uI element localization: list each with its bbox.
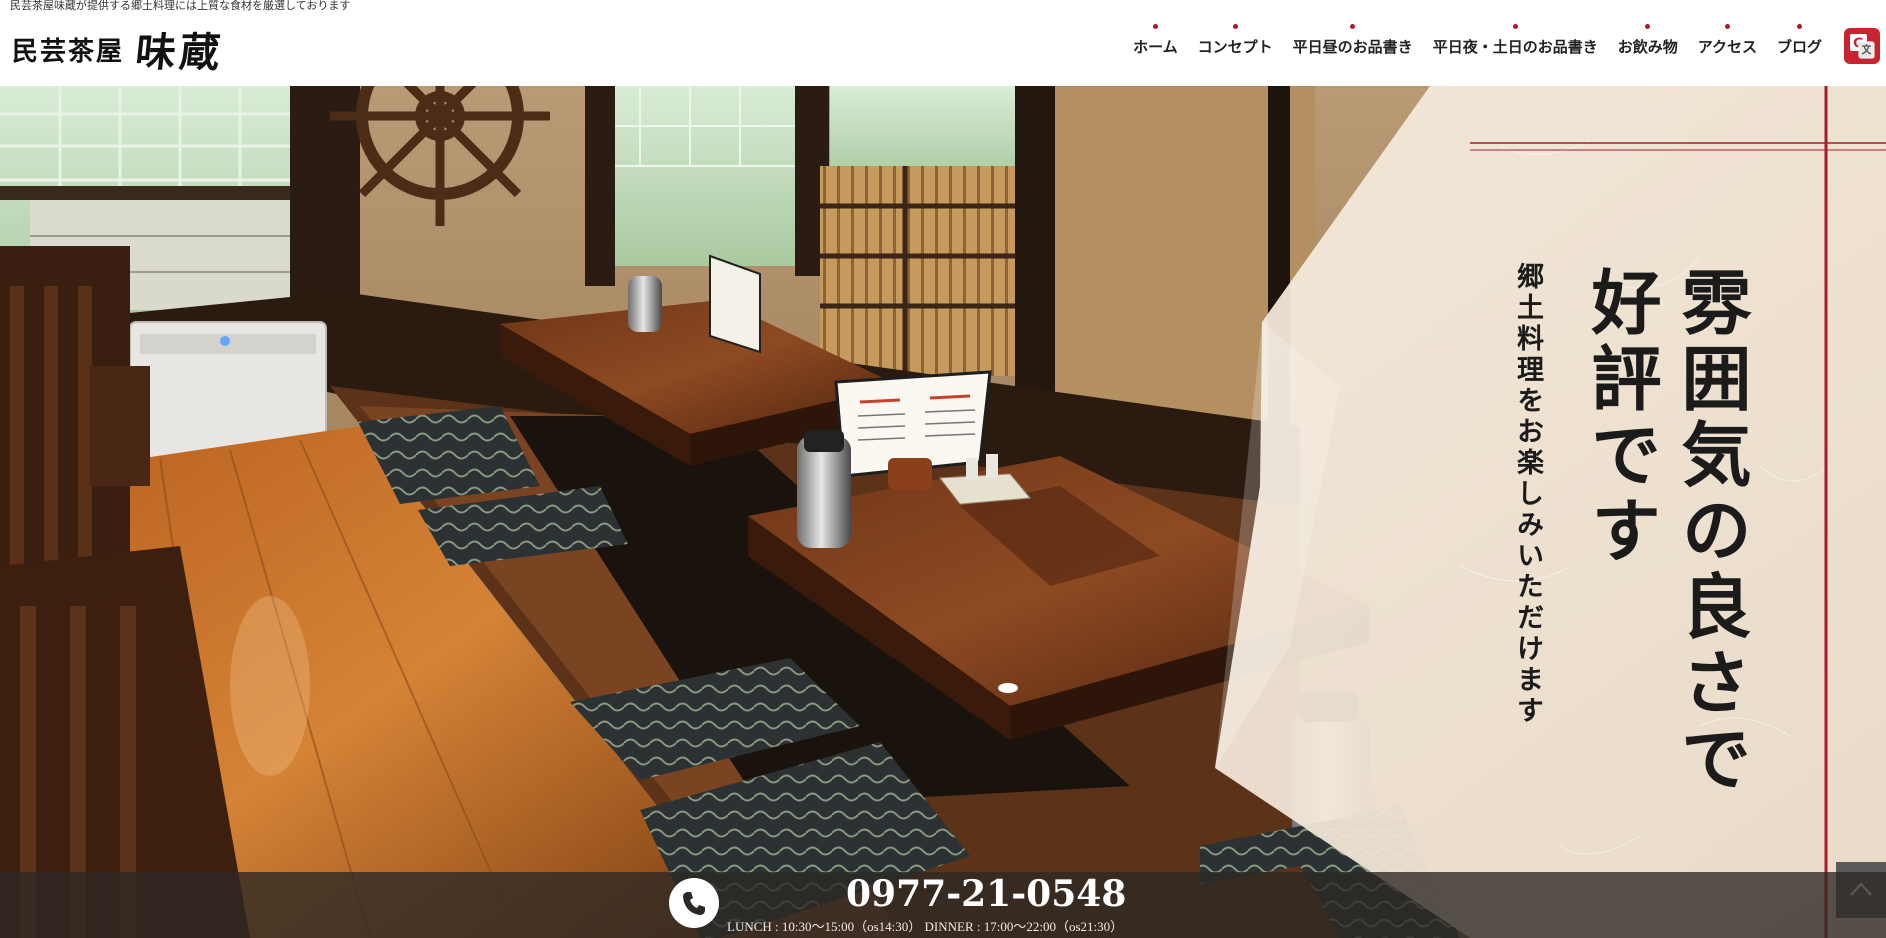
nav-item-concept[interactable]: コンセプト <box>1198 22 1273 57</box>
hero-title-line-2: 好評です <box>1580 266 1663 570</box>
hero-subtitle: 郷土料理をお楽しみいただけます <box>1512 262 1543 727</box>
logo-text-big: 味蔵 <box>133 29 227 76</box>
nav-item-label: 平日昼のお品書き <box>1292 38 1413 56</box>
main-nav: ホーム コンセプト 平日昼のお品書き 平日夜・土日のお品書き お飲み物 アクセス… <box>1133 22 1822 57</box>
nav-dot <box>1512 24 1518 29</box>
nav-dot <box>1796 24 1802 29</box>
phone-button[interactable] <box>669 878 719 928</box>
translate-button[interactable]: G <box>1844 28 1880 64</box>
contact-bar: 0977-21-0548 LUNCH : 10:30〜15:00（os14:30… <box>0 872 1886 938</box>
nav-dot <box>1724 24 1730 29</box>
business-hours: LUNCH : 10:30〜15:00（os14:30） DINNER : 17… <box>727 919 1124 934</box>
site-header: 民芸茶屋味蔵が提供する郷土料理には上質な食材を厳選しております 民芸茶屋 味蔵 … <box>0 0 1886 86</box>
google-translate-icon: G <box>1850 34 1875 59</box>
nav-item-dinner-weekend-menu[interactable]: 平日夜・土日のお品書き <box>1433 22 1598 57</box>
nav-dot <box>1152 24 1158 29</box>
nav-item-label: お飲み物 <box>1617 38 1678 56</box>
nav-item-label: 平日夜・土日のお品書き <box>1432 38 1598 56</box>
site-logo[interactable]: 民芸茶屋 味蔵 <box>12 24 226 76</box>
nav-item-label: ブログ <box>1776 38 1822 56</box>
hero-title-line-1: 雰囲気の良さで <box>1670 266 1753 798</box>
nav-item-label: ホーム <box>1133 38 1178 56</box>
nav-item-label: アクセス <box>1697 38 1757 56</box>
site-tagline: 民芸茶屋味蔵が提供する郷土料理には上質な食材を厳選しております <box>10 0 351 12</box>
nav-item-label: コンセプト <box>1197 38 1273 56</box>
hero-section: 雰囲気の良さで 好評です 郷土料理をお楽しみいただけます <box>0 86 1886 938</box>
nav-item-home[interactable]: ホーム <box>1133 22 1178 57</box>
phone-icon <box>683 892 705 915</box>
phone-number[interactable]: 0977-21-0548 <box>846 873 1126 915</box>
nav-item-weekday-lunch-menu[interactable]: 平日昼のお品書き <box>1293 22 1413 57</box>
nav-item-access[interactable]: アクセス <box>1698 22 1757 57</box>
nav-dot <box>1232 24 1238 29</box>
nav-dot <box>1645 24 1651 29</box>
nav-item-blog[interactable]: ブログ <box>1777 22 1822 57</box>
logo-text-small: 民芸茶屋 <box>12 36 125 67</box>
nav-dot <box>1350 24 1356 29</box>
nav-item-drinks[interactable]: お飲み物 <box>1618 22 1678 57</box>
